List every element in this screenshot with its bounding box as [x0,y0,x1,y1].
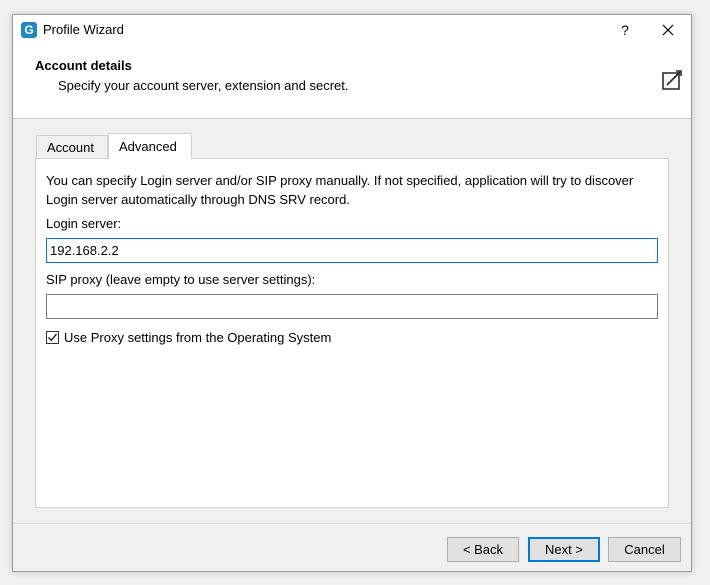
tab-account[interactable]: Account [36,135,108,159]
login-server-input[interactable] [46,238,658,263]
sip-proxy-label: SIP proxy (leave empty to use server set… [46,272,316,287]
app-icon: G [21,22,37,38]
cancel-button[interactable]: Cancel [608,537,681,562]
window-title: Profile Wizard [43,22,124,37]
advanced-tab-panel: You can specify Login server and/or SIP … [35,158,669,508]
back-button[interactable]: < Back [447,537,519,562]
close-icon [662,24,674,36]
help-button[interactable]: ? [613,18,637,42]
use-proxy-label: Use Proxy settings from the Operating Sy… [64,330,332,345]
footer-divider [13,523,691,524]
next-button[interactable]: Next > [528,537,600,562]
wizard-header: Account details Specify your account ser… [13,45,691,119]
page-title: Account details [35,58,132,73]
login-server-label: Login server: [46,216,122,231]
tab-advanced[interactable]: Advanced [108,133,192,159]
edit-profile-icon [662,70,682,90]
sip-proxy-input[interactable] [46,294,658,319]
close-button[interactable] [653,18,683,42]
checkmark-icon [48,333,58,342]
use-proxy-checkbox[interactable] [46,331,59,344]
page-subtitle: Specify your account server, extension a… [58,78,349,93]
advanced-description: You can specify Login server and/or SIP … [46,173,634,207]
profile-wizard-window: G Profile Wizard ? Account details Speci… [12,14,692,572]
title-bar: G Profile Wizard ? [13,15,691,45]
